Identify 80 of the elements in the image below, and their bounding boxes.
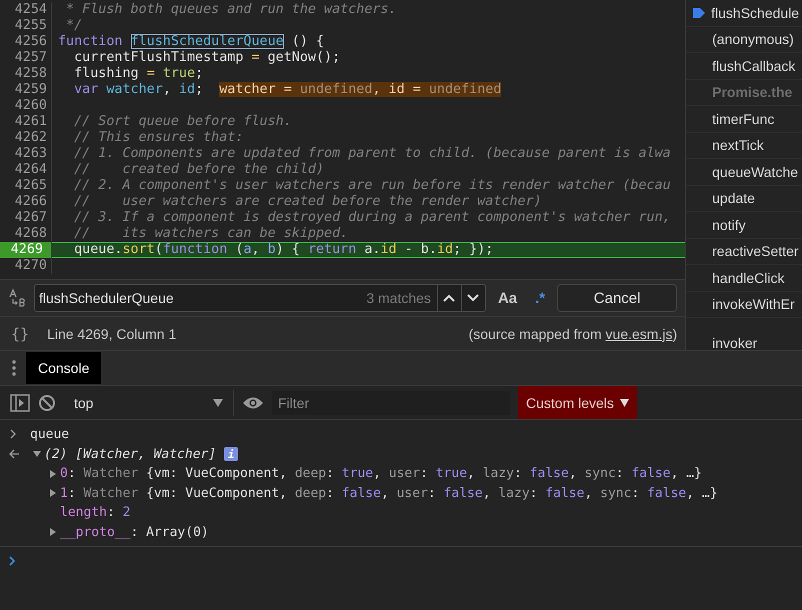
line-number[interactable]: 4267: [0, 210, 52, 226]
call-frame-name[interactable]: invokeWithEr: [712, 296, 795, 312]
dropdown-caret-icon: [620, 398, 629, 406]
console-text: (2) [Watcher, Watcher]: [44, 446, 216, 462]
match-count: 3 matches: [366, 290, 432, 306]
line-number[interactable]: 4256: [0, 34, 52, 50]
code-text: // its watchers can be skipped.: [73, 226, 348, 242]
code-text: flushing = true;: [73, 66, 204, 82]
code-text: // user watchers are created before the render watcher): [73, 194, 542, 210]
cancel-button[interactable]: Cancel: [557, 284, 678, 312]
call-frame-name[interactable]: timerFunc: [712, 110, 774, 127]
line-number[interactable]: 4263: [0, 146, 52, 162]
code-text: * Flush both queues and run the watchers.: [65, 2, 397, 18]
current-frame-arrow-icon: [693, 8, 706, 18]
line-number[interactable]: 4258: [0, 66, 52, 82]
call-frame-name[interactable]: update: [712, 190, 755, 206]
chevron-up-icon: [443, 294, 456, 302]
async-separator: Promise.the: [712, 84, 792, 100]
console-text: queue: [30, 426, 70, 442]
code-text: // This ensures that:: [73, 130, 244, 146]
regex-button[interactable]: .*: [529, 290, 552, 307]
chevron-down-icon: [467, 294, 480, 302]
call-frame-name[interactable]: queueWatche: [712, 164, 798, 180]
replace-toggle-icon[interactable]: [8, 288, 28, 308]
property-text: __proto__: Array(0): [60, 524, 209, 540]
collapsed-triangle-icon[interactable]: [49, 489, 57, 498]
code-text: */: [65, 18, 82, 34]
code-text: var watcher, id; watcher = undefined, id = undefined: [73, 82, 502, 98]
line-number[interactable]: 4270: [0, 258, 52, 274]
property-text: length: 2: [60, 505, 130, 520]
cursor-position: Line 4269, Column 1: [47, 326, 176, 342]
call-frame-name[interactable]: nextTick: [712, 137, 764, 154]
pretty-print-button[interactable]: {}: [11, 324, 30, 343]
match-case-button[interactable]: Aa: [492, 290, 524, 307]
call-frame-name[interactable]: (anonymous): [712, 31, 794, 48]
line-number[interactable]: 4257: [0, 50, 52, 66]
property-text: 1: Watcher {vm: VueComponent, deep: false, user: false, lazy: false, sync: false, …}: [60, 486, 718, 501]
collapsed-triangle-icon[interactable]: [49, 470, 57, 478]
code-text: // 1. Components are updated from parent to child. (because parent is alwa: [73, 146, 671, 162]
eye-icon[interactable]: [242, 396, 264, 410]
expanded-triangle-icon[interactable]: [33, 450, 41, 458]
code-text: queue.sort(function (a, b) { return a.id - b.id; });: [73, 242, 494, 258]
prompt-chevron-icon[interactable]: [8, 556, 18, 566]
search-field[interactable]: flushSchedulerQueue 3 matches: [34, 284, 486, 312]
filter-field[interactable]: Filter: [272, 390, 510, 414]
clear-console-icon[interactable]: [38, 394, 56, 412]
sidebar-toggle-icon[interactable]: [10, 394, 30, 412]
source-map-note: (source mapped from vue.esm.js): [468, 326, 678, 342]
return-arrow-icon: [8, 449, 22, 459]
call-frame-name[interactable]: flushSchedule: [711, 4, 800, 21]
property-text: 0: Watcher {vm: VueComponent, deep: true, user: true, lazy: false, sync: false, …}: [60, 466, 702, 482]
collapsed-triangle-icon[interactable]: [49, 528, 57, 536]
code-text: currentFlushTimestamp = getNow();: [73, 50, 340, 66]
search-input[interactable]: flushSchedulerQueue: [35, 290, 366, 306]
call-frame-name[interactable]: invoker: [712, 334, 758, 350]
call-frame-name[interactable]: flushCallback: [712, 58, 796, 74]
call-frame-name[interactable]: notify: [712, 216, 746, 233]
custom-levels-button[interactable]: Custom levels: [518, 386, 637, 419]
code-text: // 2. A component's user watchers are run before its render watcher (becau: [73, 178, 671, 194]
code-text: // created before the child): [73, 162, 324, 178]
line-number[interactable]: 4255: [0, 18, 52, 34]
code-text: // Sort queue before flush.: [73, 114, 292, 130]
more-options-icon[interactable]: [12, 360, 16, 376]
line-number[interactable]: 4269: [0, 242, 52, 258]
line-number[interactable]: 4260: [0, 98, 52, 114]
source-file-link[interactable]: vue.esm.js: [606, 326, 672, 342]
line-number[interactable]: 4261: [0, 114, 52, 130]
line-number[interactable]: 4254: [0, 2, 52, 18]
line-number[interactable]: 4265: [0, 178, 52, 194]
dropdown-caret-icon: [213, 398, 223, 406]
line-number[interactable]: 4259: [0, 82, 52, 98]
line-number[interactable]: 4262: [0, 130, 52, 146]
code-text: // 3. If a component is destroyed during a parent component's watcher run,: [73, 210, 671, 226]
context-select[interactable]: top: [64, 390, 234, 416]
code-text: function flushSchedulerQueue () {: [58, 34, 324, 50]
call-frame-name[interactable]: handleClick: [712, 270, 785, 286]
line-number[interactable]: 4264: [0, 162, 52, 178]
drawer-tab[interactable]: Console: [26, 352, 102, 384]
line-number[interactable]: 4266: [0, 194, 52, 210]
call-frame-name[interactable]: reactiveSetter: [712, 243, 799, 260]
